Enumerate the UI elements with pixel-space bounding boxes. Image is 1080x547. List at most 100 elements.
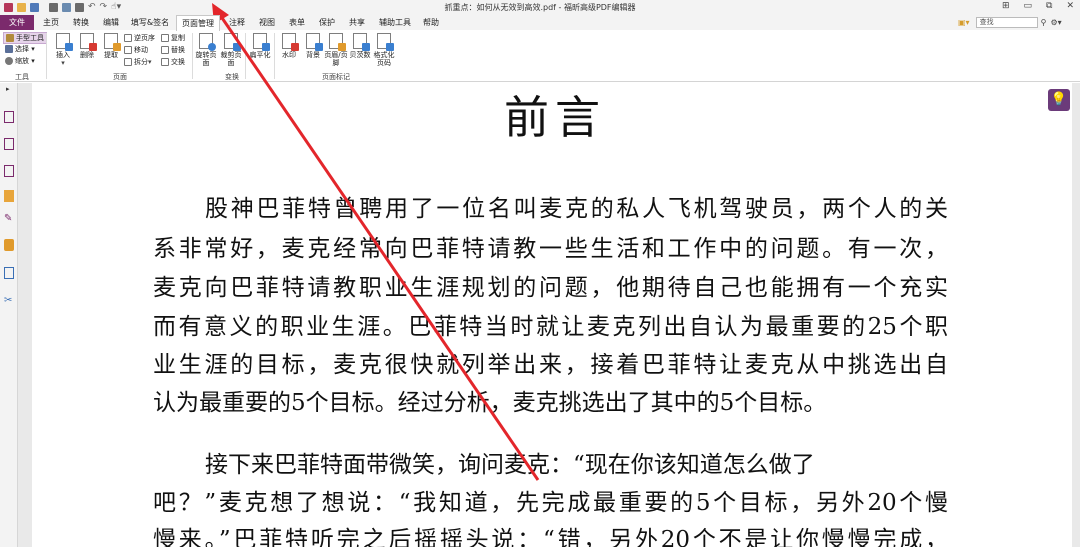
- content-icon[interactable]: ✂: [4, 295, 14, 307]
- rotate-page-button[interactable]: 旋转页面: [193, 33, 219, 67]
- tab-fill-sign[interactable]: 填写&签名: [130, 15, 170, 30]
- format-page-number-button[interactable]: 格式化页码: [372, 33, 396, 67]
- select-tool-label: 选择 ▾: [15, 45, 35, 53]
- window-controls: ⊞ ▭ ⧉ ✕: [1002, 1, 1074, 11]
- move-button[interactable]: 移动: [124, 45, 148, 55]
- background-button[interactable]: 背景: [300, 33, 326, 59]
- extract-label: 提取: [104, 51, 118, 59]
- expand-panel-icon[interactable]: ▸: [6, 85, 10, 93]
- tools-group-caption: 工具: [15, 73, 29, 81]
- hand-tool-icon: [6, 34, 14, 42]
- close-icon[interactable]: ✕: [1066, 1, 1074, 11]
- insert-page-icon: [56, 33, 73, 51]
- replace-label: 替换: [171, 46, 185, 54]
- watermark-icon: [282, 33, 299, 51]
- tab-help[interactable]: 帮助: [420, 15, 442, 30]
- hand-tool-label: 手型工具: [16, 34, 44, 42]
- header-footer-label: 页眉/页脚: [324, 51, 348, 67]
- insert-button[interactable]: 插入 ▾: [50, 33, 76, 67]
- copy-button[interactable]: 复制: [161, 33, 185, 43]
- tab-view[interactable]: 视图: [256, 15, 278, 30]
- bookmarks-icon[interactable]: [4, 138, 14, 150]
- ribbon-separator: [46, 33, 47, 79]
- insert-label: 插入: [56, 51, 70, 59]
- user-icon[interactable]: ▣▾: [958, 18, 970, 27]
- tab-share[interactable]: 共享: [346, 15, 368, 30]
- layers-icon[interactable]: [4, 165, 14, 177]
- swap-icon: [161, 58, 169, 66]
- tab-page-management[interactable]: 页面管理: [176, 15, 220, 31]
- ribbon-separator: [274, 33, 275, 79]
- header-footer-icon: [329, 33, 346, 51]
- select-icon: [5, 45, 13, 53]
- search-icon[interactable]: ⚲: [1041, 18, 1047, 27]
- zoom-tool-button[interactable]: 缩放 ▾: [5, 56, 35, 66]
- reverse-icon: [124, 34, 132, 42]
- left-navigation-panel: ▸ ✎ ✂: [0, 83, 18, 547]
- bates-button[interactable]: 贝茨数: [348, 33, 372, 59]
- tab-comment[interactable]: 注释: [226, 15, 248, 30]
- extract-button[interactable]: 提取: [98, 33, 124, 59]
- title-bar: ↶ ↷ ☝▾ 抓重点：如何从无效到高效.pdf - 福昕高级PDF编辑器 ⊞ ▭…: [0, 0, 1080, 15]
- replace-button[interactable]: 替换: [161, 45, 185, 55]
- tab-edit[interactable]: 编辑: [100, 15, 122, 30]
- background-label: 背景: [306, 51, 320, 59]
- select-tool-button[interactable]: 选择 ▾: [5, 44, 35, 54]
- tab-form[interactable]: 表单: [286, 15, 308, 30]
- replace-icon: [161, 46, 169, 54]
- hand-tool-button[interactable]: 手型工具: [3, 32, 47, 44]
- restore-icon[interactable]: ⧉: [1046, 1, 1052, 11]
- crop-page-button[interactable]: 裁剪页面: [218, 33, 244, 67]
- dropdown-icon: ▾: [148, 58, 152, 66]
- document-line: 接下来巴菲特面带微笑，询问麦克：“现在你该知道怎么做了: [205, 452, 815, 478]
- lock-icon[interactable]: [4, 239, 14, 251]
- reverse-label: 逆页序: [134, 34, 155, 42]
- swap-label: 交换: [171, 58, 185, 66]
- split-button[interactable]: 拆分 ▾: [124, 57, 152, 67]
- vertical-scrollbar[interactable]: [1072, 83, 1080, 547]
- header-footer-button[interactable]: 页眉/页脚: [324, 33, 348, 67]
- dropdown-icon: ▾: [61, 59, 65, 67]
- document-line: 认为最重要的5个目标。经过分析，麦克挑选出了其中的5个目标。: [153, 390, 827, 416]
- delete-page-icon: [80, 33, 97, 51]
- settings-icon[interactable]: ⚙▾: [1050, 18, 1061, 27]
- tab-file[interactable]: 文件: [0, 15, 34, 30]
- mark-group-caption: 页面标记: [322, 73, 350, 81]
- attachment-icon[interactable]: ✎: [4, 213, 14, 225]
- watermark-button[interactable]: 水印: [276, 33, 302, 59]
- copy-icon: [161, 34, 169, 42]
- delete-label: 删除: [80, 51, 94, 59]
- background-icon: [306, 33, 323, 51]
- page-thumbnails-icon[interactable]: [4, 111, 14, 123]
- split-label: 拆分: [134, 58, 148, 66]
- page-number-icon: [377, 33, 394, 51]
- tab-accessibility[interactable]: 辅助工具: [378, 15, 412, 30]
- flatten-button[interactable]: 扁平化: [247, 33, 273, 59]
- zoom-icon: [5, 57, 13, 65]
- flatten-icon: [253, 33, 270, 51]
- tab-right-tools: ▣▾ 查找 ⚲ ⚙▾: [958, 17, 1062, 28]
- tab-home[interactable]: 主页: [40, 15, 62, 30]
- lightbulb-icon[interactable]: 💡: [1048, 89, 1070, 111]
- minimize-icon[interactable]: ▭: [1024, 1, 1033, 11]
- tab-protect[interactable]: 保护: [316, 15, 338, 30]
- search-input[interactable]: 查找: [975, 17, 1038, 28]
- comments-icon[interactable]: [4, 190, 14, 202]
- bates-label: 贝茨数: [349, 51, 371, 59]
- reverse-button[interactable]: 逆页序: [124, 33, 155, 43]
- watermark-label: 水印: [282, 51, 296, 59]
- ribbon-tabs: 文件 主页 转换 编辑 填写&签名 页面管理 注释 视图 表单 保护 共享 辅助…: [0, 15, 1080, 31]
- ribbon-separator: [245, 33, 246, 79]
- document-line: 麦克向巴菲特请教职业生涯规划的问题，他期待自己也能拥有一个充实: [153, 275, 948, 301]
- ribbon-panel: 手型工具 选择 ▾ 缩放 ▾ 工具 插入 ▾ 删除 提取 逆页序 移动 拆分 ▾…: [0, 30, 1080, 82]
- delete-button[interactable]: 删除: [74, 33, 100, 59]
- copy-label: 复制: [171, 34, 185, 42]
- fields-icon[interactable]: [4, 267, 14, 279]
- document-title: 前言: [504, 91, 607, 144]
- swap-button[interactable]: 交换: [161, 57, 185, 67]
- rotate-page-icon: [199, 33, 216, 51]
- layout-icon[interactable]: ⊞: [1002, 1, 1010, 11]
- move-label: 移动: [134, 46, 148, 54]
- tab-convert[interactable]: 转换: [70, 15, 92, 30]
- document-line: 慢来。”巴菲特听完之后摇摇头说：“错，另外20个不是让你慢慢完成，: [153, 527, 948, 547]
